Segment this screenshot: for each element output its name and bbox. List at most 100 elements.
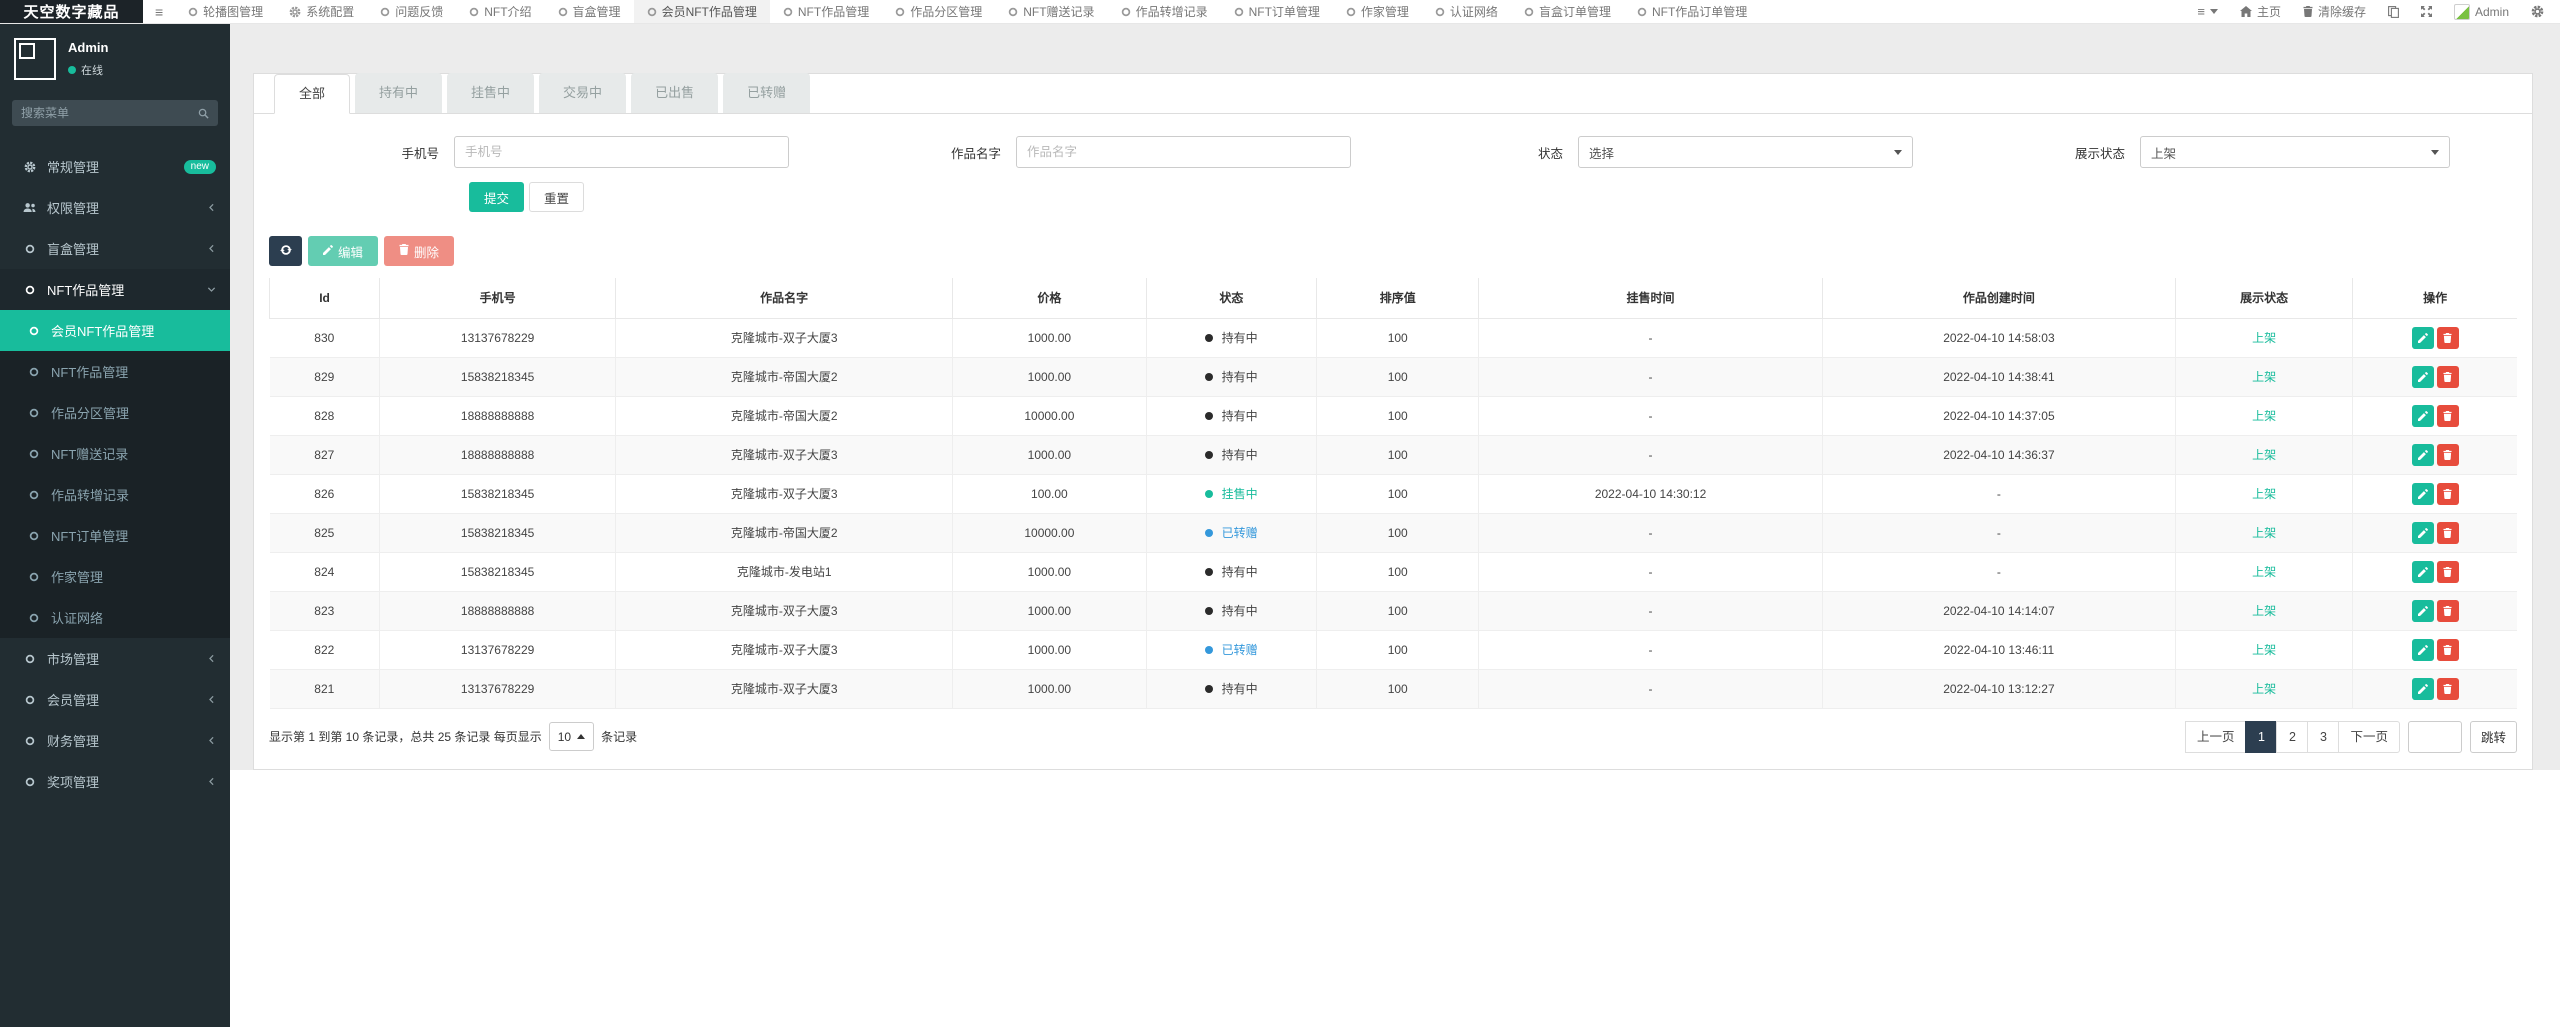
sidebar-item[interactable]: 会员管理 — [0, 679, 230, 720]
copy-page-icon[interactable] — [2388, 6, 2399, 18]
sidebar-item[interactable]: NFT作品管理 — [0, 269, 230, 310]
home-button[interactable]: 主页 — [2240, 3, 2281, 20]
edit-row-button[interactable] — [2412, 678, 2434, 700]
delete-row-button[interactable] — [2437, 561, 2459, 583]
table-row[interactable]: 824 15838218345 克隆城市-发电站1 1000.00 持有中 10… — [270, 552, 2518, 591]
sidebar-item[interactable]: 作家管理 — [0, 556, 230, 597]
sidebar-item[interactable]: 奖项管理 — [0, 761, 230, 802]
table-row[interactable]: 827 18888888888 克隆城市-双子大厦3 1000.00 持有中 1… — [270, 435, 2518, 474]
page-button[interactable]: 2 — [2276, 721, 2308, 753]
edit-row-button[interactable] — [2412, 600, 2434, 622]
top-nav-item[interactable]: 作品转增记录 — [1108, 0, 1221, 23]
delete-row-button[interactable] — [2437, 483, 2459, 505]
display-status-link[interactable]: 上架 — [2252, 643, 2276, 657]
table-row[interactable]: 826 15838218345 克隆城市-双子大厦3 100.00 挂售中 10… — [270, 474, 2518, 513]
delete-row-button[interactable] — [2437, 405, 2459, 427]
table-row[interactable]: 821 13137678229 克隆城市-双子大厦3 1000.00 持有中 1… — [270, 669, 2518, 708]
top-nav-item[interactable]: 轮播图管理 — [175, 0, 276, 23]
delete-row-button[interactable] — [2437, 600, 2459, 622]
delete-button[interactable]: 删除 — [384, 236, 454, 266]
top-nav-item[interactable]: NFT作品管理 — [770, 0, 882, 23]
refresh-button[interactable] — [269, 236, 302, 266]
sidebar-item[interactable]: 作品转增记录 — [0, 474, 230, 515]
top-nav-item[interactable]: NFT赠送记录 — [995, 0, 1107, 23]
display-status-link[interactable]: 上架 — [2252, 331, 2276, 345]
edit-row-button[interactable] — [2412, 522, 2434, 544]
sidebar-item[interactable]: 盲盒管理 — [0, 228, 230, 269]
delete-row-button[interactable] — [2437, 639, 2459, 661]
page-button[interactable]: 下一页 — [2338, 721, 2400, 753]
top-nav-item[interactable]: 作家管理 — [1333, 0, 1422, 23]
display-status-link[interactable]: 上架 — [2252, 682, 2276, 696]
edit-row-button[interactable] — [2412, 483, 2434, 505]
status-tab[interactable]: 已转赠 — [723, 73, 810, 113]
top-nav-item[interactable]: NFT介绍 — [456, 0, 544, 23]
phone-input[interactable] — [454, 136, 789, 168]
table-row[interactable]: 822 13137678229 克隆城市-双子大厦3 1000.00 已转赠 1… — [270, 630, 2518, 669]
sidebar-item[interactable]: 权限管理 — [0, 187, 230, 228]
user-menu[interactable]: Admin — [2454, 4, 2509, 20]
status-tab[interactable]: 持有中 — [355, 73, 442, 113]
top-nav-item[interactable]: NFT作品订单管理 — [1624, 0, 1760, 23]
page-button[interactable]: 3 — [2307, 721, 2339, 753]
top-nav-item[interactable]: 会员NFT作品管理 — [634, 0, 770, 23]
brand-logo[interactable]: 天空数字藏品 — [0, 0, 143, 23]
fullscreen-icon[interactable] — [2421, 6, 2432, 17]
top-nav-item[interactable]: 系统配置 — [276, 0, 367, 23]
edit-row-button[interactable] — [2412, 366, 2434, 388]
display-status-link[interactable]: 上架 — [2252, 526, 2276, 540]
edit-row-button[interactable] — [2412, 444, 2434, 466]
work-name-input[interactable] — [1016, 136, 1351, 168]
sidebar-toggle-icon[interactable]: ≡ — [143, 0, 175, 23]
page-jump-button[interactable]: 跳转 — [2470, 721, 2517, 753]
display-status-link[interactable]: 上架 — [2252, 370, 2276, 384]
nav-menu-dropdown[interactable]: ≡ — [2197, 4, 2218, 19]
sidebar-item[interactable]: 财务管理 — [0, 720, 230, 761]
top-nav-item[interactable]: 盲盒订单管理 — [1511, 0, 1624, 23]
table-row[interactable]: 825 15838218345 克隆城市-帝国大厦2 10000.00 已转赠 … — [270, 513, 2518, 552]
table-row[interactable]: 829 15838218345 克隆城市-帝国大厦2 1000.00 持有中 1… — [270, 357, 2518, 396]
sidebar-search-input[interactable] — [21, 106, 198, 120]
sidebar-item[interactable]: 常规管理 new — [0, 146, 230, 187]
top-nav-item[interactable]: NFT订单管理 — [1221, 0, 1333, 23]
status-select[interactable]: 选择 — [1578, 136, 1913, 168]
display-status-link[interactable]: 上架 — [2252, 604, 2276, 618]
sidebar-item[interactable]: 认证网络 — [0, 597, 230, 638]
display-status-link[interactable]: 上架 — [2252, 565, 2276, 579]
page-button[interactable]: 1 — [2245, 721, 2277, 753]
status-tab[interactable]: 交易中 — [539, 73, 626, 113]
delete-row-button[interactable] — [2437, 678, 2459, 700]
sidebar-item[interactable]: NFT赠送记录 — [0, 433, 230, 474]
status-tab[interactable]: 挂售中 — [447, 73, 534, 113]
table-row[interactable]: 823 18888888888 克隆城市-双子大厦3 1000.00 持有中 1… — [270, 591, 2518, 630]
sidebar-item[interactable]: NFT订单管理 — [0, 515, 230, 556]
delete-row-button[interactable] — [2437, 327, 2459, 349]
display-status-select[interactable]: 上架 — [2140, 136, 2450, 168]
delete-row-button[interactable] — [2437, 366, 2459, 388]
delete-row-button[interactable] — [2437, 522, 2459, 544]
top-nav-item[interactable]: 盲盒管理 — [545, 0, 634, 23]
status-tab[interactable]: 已出售 — [631, 73, 718, 113]
display-status-link[interactable]: 上架 — [2252, 487, 2276, 501]
edit-row-button[interactable] — [2412, 405, 2434, 427]
submit-button[interactable]: 提交 — [469, 182, 524, 212]
reset-button[interactable]: 重置 — [529, 182, 584, 212]
top-nav-item[interactable]: 作品分区管理 — [882, 0, 995, 23]
page-size-select[interactable]: 10 — [549, 722, 594, 751]
display-status-link[interactable]: 上架 — [2252, 448, 2276, 462]
settings-gear-icon[interactable] — [2531, 5, 2544, 18]
sidebar-item[interactable]: 市场管理 — [0, 638, 230, 679]
clear-cache-button[interactable]: 清除缓存 — [2303, 3, 2366, 20]
table-row[interactable]: 830 13137678229 克隆城市-双子大厦3 1000.00 持有中 1… — [270, 318, 2518, 357]
display-status-link[interactable]: 上架 — [2252, 409, 2276, 423]
delete-row-button[interactable] — [2437, 444, 2459, 466]
page-jump-input[interactable] — [2408, 721, 2462, 753]
edit-row-button[interactable] — [2412, 639, 2434, 661]
sidebar-item[interactable]: 作品分区管理 — [0, 392, 230, 433]
status-tab[interactable]: 全部 — [274, 74, 350, 114]
table-row[interactable]: 828 18888888888 克隆城市-帝国大厦2 10000.00 持有中 … — [270, 396, 2518, 435]
top-nav-item[interactable]: 认证网络 — [1422, 0, 1511, 23]
page-button[interactable]: 上一页 — [2185, 721, 2247, 753]
sidebar-item[interactable]: NFT作品管理 — [0, 351, 230, 392]
edit-row-button[interactable] — [2412, 327, 2434, 349]
